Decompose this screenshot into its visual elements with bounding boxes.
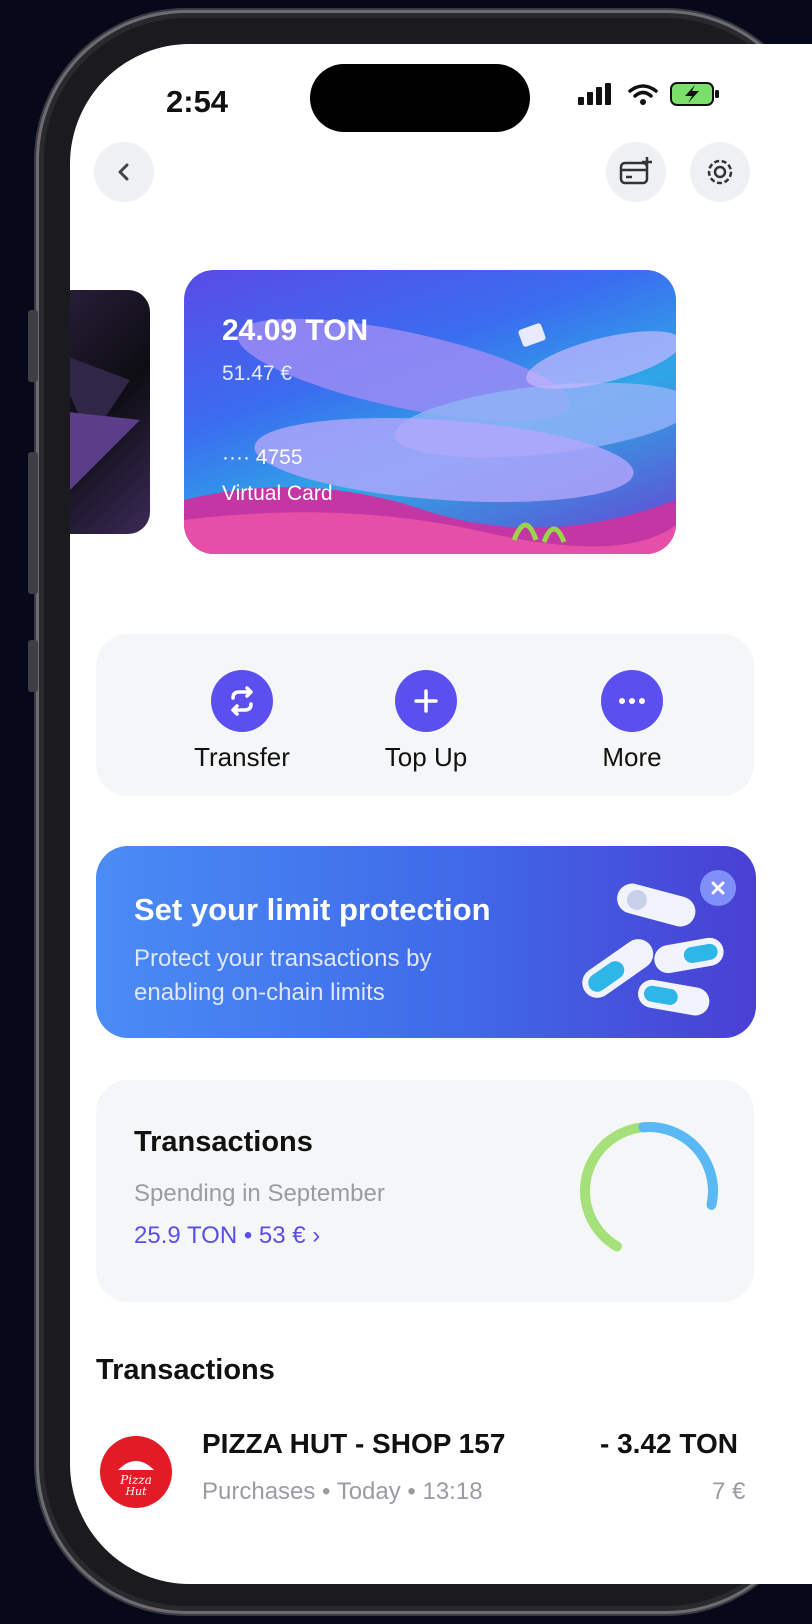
transaction-amount: - 3.42 TON	[600, 1428, 738, 1459]
card-pattern	[70, 357, 140, 490]
quick-actions: Transfer Top Up More	[96, 634, 754, 796]
transfer-icon	[211, 670, 273, 732]
back-button[interactable]	[94, 142, 154, 202]
transfer-button[interactable]: Transfer	[162, 670, 322, 773]
spending-ring-chart	[580, 1122, 718, 1260]
transfer-label: Transfer	[194, 742, 290, 772]
gear-icon	[707, 159, 733, 185]
summary-subtitle: Spending in September	[134, 1180, 385, 1207]
app-screen: 2:54 24.09 TON 51.47 € ···· 4755 Virtual…	[70, 44, 812, 1584]
transaction-merchant: PIZZA HUT - SHOP 157	[202, 1428, 506, 1459]
previous-card[interactable]	[70, 290, 150, 534]
add-card-button[interactable]	[606, 142, 666, 202]
card-balance: 24.09 TON	[222, 314, 369, 347]
summary-amount-link[interactable]: 25.9 TON • 53 € ›	[134, 1222, 320, 1250]
card-fiat-balance: 51.47 €	[222, 362, 293, 385]
transactions-section-title: Transactions	[96, 1354, 275, 1386]
battery-icon	[670, 82, 719, 106]
more-icon	[601, 670, 663, 732]
top-up-button[interactable]: Top Up	[346, 670, 506, 773]
volume-down-button	[28, 640, 38, 692]
dynamic-island	[310, 64, 530, 132]
chevron-left-icon	[118, 163, 129, 181]
whales-illustration	[184, 318, 676, 554]
top-up-label: Top Up	[384, 742, 468, 772]
summary-title: Transactions	[134, 1126, 313, 1158]
more-label: More	[602, 742, 662, 772]
volume-up-button	[28, 452, 38, 594]
status-time: 2:54	[166, 84, 229, 119]
plus-icon	[395, 670, 457, 732]
banner-subtitle: Protect your transactions by enabling on…	[134, 945, 432, 1006]
transaction-row[interactable]: Pizza Hut PIZZA HUT - SHOP 157 Purchases…	[96, 1428, 812, 1538]
card-number: ···· 4755	[222, 446, 303, 469]
more-button[interactable]: More	[552, 670, 712, 773]
settings-button[interactable]	[690, 142, 750, 202]
banner-title: Set your limit protection	[134, 892, 491, 927]
spending-summary-card[interactable]: Transactions Spending in September 25.9 …	[96, 1080, 754, 1302]
close-icon	[711, 881, 725, 895]
action-button	[28, 310, 38, 382]
transaction-fiat-amount: 7 €	[712, 1478, 746, 1505]
transaction-meta: Purchases • Today • 13:18	[202, 1478, 483, 1505]
card-plus-icon	[619, 157, 652, 185]
status-icons	[578, 82, 720, 106]
virtual-card[interactable]: 24.09 TON 51.47 € ···· 4755 Virtual Card	[184, 270, 676, 554]
svg-text:Hut: Hut	[124, 1485, 147, 1498]
card-type-label: Virtual Card	[222, 482, 333, 505]
banner-close-button[interactable]	[700, 870, 736, 906]
wifi-icon	[628, 84, 658, 105]
signal-icon	[578, 83, 611, 105]
pizza-hut-logo-icon: Pizza Hut	[100, 1436, 172, 1508]
limit-protection-banner[interactable]: Set your limit protection Protect your t…	[96, 846, 756, 1038]
